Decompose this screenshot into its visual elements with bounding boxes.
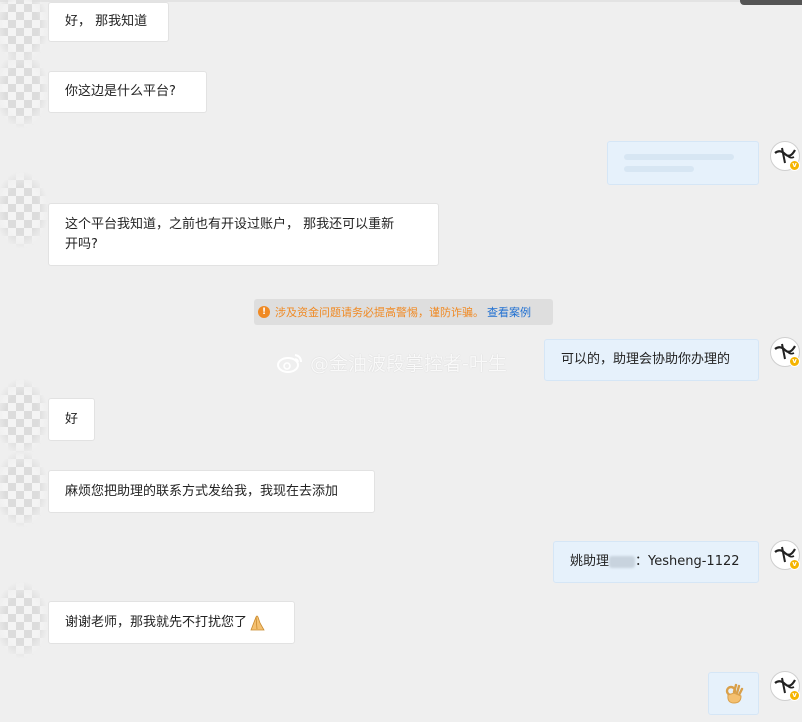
avatar-self[interactable]: v: [770, 337, 800, 367]
avatar-self[interactable]: v: [770, 540, 800, 570]
message-text: 好: [65, 411, 79, 427]
avatar[interactable]: [0, 582, 48, 658]
message-bubble-incoming: 你这边是什么平台?: [48, 71, 207, 113]
message-text: 你这边是什么平台?: [65, 84, 176, 99]
fraud-warning-notice: ! 涉及资金问题请务必提高警惕，谨防诈骗。 查看案例: [254, 299, 553, 325]
message-bubble-incoming: 好: [48, 398, 95, 441]
info-icon: !: [258, 306, 270, 318]
avatar[interactable]: [0, 172, 48, 248]
message-bubble-outgoing: 姚助理 ：Yesheng-1122: [553, 541, 759, 583]
weibo-icon: [277, 353, 302, 373]
redacted-text: [609, 556, 636, 568]
blurred-text: [624, 154, 734, 160]
message-text-line: 这个平台我知道，之前也有开设过账户， 那我还可以重新: [65, 216, 395, 232]
verified-badge-icon: v: [789, 160, 800, 171]
message-text: 可以的，助理会协助你办理的: [561, 352, 731, 367]
avatar[interactable]: [0, 52, 48, 128]
message-text: 谢谢老师，那我就先不打扰您了: [65, 614, 248, 630]
blurred-text: [624, 166, 694, 172]
ok-hand-icon: [725, 683, 743, 704]
message-bubble-outgoing: 可以的，助理会协助你办理的: [544, 339, 759, 381]
message-bubble-incoming: 麻烦您把助理的联系方式发给我，我现在去添加: [48, 470, 375, 513]
window-corner-tab: [740, 0, 802, 5]
message-text-line: 开吗?: [65, 236, 98, 252]
avatar-self[interactable]: v: [770, 141, 800, 171]
message-text-prefix: 姚助理: [570, 554, 610, 569]
message-bubble-outgoing-blurred: [607, 141, 759, 185]
avatar[interactable]: [0, 379, 48, 455]
message-text-suffix: ：Yesheng-1122: [635, 554, 740, 569]
view-cases-link[interactable]: 查看案例: [487, 304, 531, 320]
pray-hands-icon: [250, 615, 265, 630]
message-text: 麻烦您把助理的联系方式发给我，我现在去添加: [65, 483, 339, 499]
watermark: @金油波段掌控者-叶生: [276, 349, 507, 376]
message-bubble-incoming: 谢谢老师，那我就先不打扰您了: [48, 601, 295, 644]
avatar[interactable]: [0, 451, 48, 527]
notice-text: 涉及资金问题请务必提高警惕，谨防诈骗。: [275, 306, 484, 319]
verified-badge-icon: v: [789, 559, 800, 570]
message-bubble-outgoing: [708, 672, 759, 715]
message-bubble-incoming: 这个平台我知道，之前也有开设过账户， 那我还可以重新 开吗?: [48, 203, 439, 266]
verified-badge-icon: v: [789, 356, 800, 367]
avatar-self[interactable]: v: [770, 671, 800, 701]
verified-badge-icon: v: [789, 690, 800, 701]
message-text: 好， 那我知道: [65, 14, 148, 29]
watermark-text: @金油波段掌控者-叶生: [310, 353, 507, 375]
message-bubble-incoming: 好， 那我知道: [48, 2, 169, 42]
